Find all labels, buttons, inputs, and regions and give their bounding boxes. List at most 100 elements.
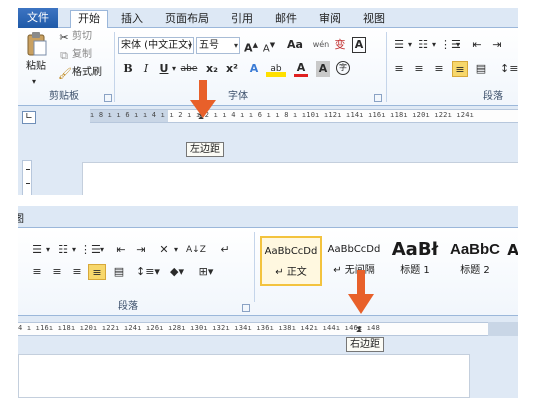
right-indent-marker-icon[interactable]: ⧗	[352, 325, 366, 335]
ruler-ticks: ı 8 ı ı 6 ı ı 4 ı ı 2 ı ı 2 ı ı 4 ı ı 6 …	[90, 111, 475, 119]
chevron-down-icon[interactable]: ▾	[454, 37, 462, 53]
decrease-indent-icon[interactable]: ⇤	[470, 37, 484, 53]
document-page[interactable]	[82, 162, 518, 195]
style-heading-2[interactable]: AaBbC 标题 2	[446, 236, 504, 286]
align-left-icon[interactable]: ≡	[392, 61, 406, 77]
line-spacing-icon[interactable]: ↕≡▾	[136, 264, 160, 280]
shading-icon[interactable]: ◆▾	[166, 264, 188, 280]
group-divider	[114, 32, 115, 102]
style-name: 标题 1	[400, 265, 430, 276]
tab-insert[interactable]: 插入	[114, 11, 150, 28]
char-shading-button[interactable]: A	[316, 61, 330, 77]
tab-page-layout[interactable]: 页面布局	[156, 11, 218, 28]
increase-indent-icon[interactable]: ⇥	[490, 37, 504, 53]
grow-font-icon: A	[244, 41, 253, 55]
justify-icon[interactable]: ≡	[88, 264, 106, 280]
style-title-partial[interactable]: A	[506, 236, 518, 286]
bottom-screenshot: 图 ☰ ▾ ☷ ▾ ⋮☰ ▾ ⇤ ⇥ ✕ ▾ A↓Z ↵ ≡ ≡ ≡ ≡ ▤ ↕…	[18, 206, 518, 398]
tab-fragment[interactable]: 图	[18, 210, 24, 225]
text-effect-button[interactable]: A	[246, 61, 262, 77]
distributed-icon[interactable]: ▤	[474, 61, 488, 77]
bullets-icon[interactable]: ☰	[30, 242, 44, 258]
horizontal-ruler[interactable]: ı 8 ı ı 6 ı ı 4 ı ı 2 ı ı 2 ı ı 4 ı ı 6 …	[90, 109, 518, 123]
align-right-icon[interactable]: ≡	[432, 61, 446, 77]
phonetic-guide-button[interactable]: wén	[312, 37, 330, 53]
cut-button[interactable]: 剪切	[72, 30, 92, 46]
clipboard-group-label: 剪贴板	[49, 91, 79, 102]
style-name: 标题 2	[460, 265, 490, 276]
italic-button[interactable]: I	[140, 61, 152, 77]
clipboard-launcher-icon[interactable]	[104, 94, 112, 102]
tab-review[interactable]: 审阅	[312, 11, 348, 28]
borders-icon[interactable]: ⊞▾	[194, 264, 218, 280]
horizontal-ruler[interactable]: 4 ı ı16ı ı18ı ı20ı ı22ı ı24ı ı26ı ı28ı ı…	[18, 322, 488, 336]
chevron-down-icon[interactable]: ▾	[406, 37, 414, 53]
font-launcher-icon[interactable]	[374, 94, 382, 102]
vertical-ruler[interactable]	[22, 160, 32, 195]
align-center-icon[interactable]: ≡	[412, 61, 426, 77]
tab-file[interactable]: 文件	[18, 8, 58, 28]
bullets-icon[interactable]: ☰	[392, 37, 406, 53]
chevron-down-icon[interactable]: ▾	[98, 242, 106, 258]
arrow-down-icon	[348, 270, 374, 314]
chevron-down-icon[interactable]: ▾	[44, 242, 52, 258]
grow-font-button[interactable]: A▲	[244, 37, 258, 55]
change-case-button[interactable]: Aa	[284, 37, 306, 53]
superscript-button[interactable]: x²	[224, 61, 240, 77]
paste-button[interactable]	[26, 31, 48, 57]
sort-icon[interactable]: A↓Z	[186, 242, 206, 258]
style-sample: AaBbCcDd	[264, 246, 318, 257]
copy-button[interactable]: 复制	[72, 48, 92, 64]
ruler-corner-button[interactable]: ∟	[22, 111, 36, 124]
align-center-icon[interactable]: ≡	[50, 264, 64, 280]
multilevel-list-icon[interactable]: ⋮☰	[440, 37, 461, 53]
highlight-button[interactable]: ab	[266, 61, 286, 77]
document-page[interactable]	[18, 354, 470, 398]
subscript-button[interactable]: x₂	[204, 61, 220, 77]
show-marks-icon[interactable]: ↵	[218, 242, 232, 258]
right-margin-area	[488, 322, 518, 336]
tab-home[interactable]: 开始	[70, 10, 108, 29]
increase-indent-icon[interactable]: ⇥	[134, 242, 148, 258]
style-heading-1[interactable]: AaBł 标题 1	[386, 236, 444, 286]
chevron-down-icon[interactable]: ▾	[70, 242, 78, 258]
align-left-icon[interactable]: ≡	[30, 264, 44, 280]
numbering-icon[interactable]: ☷	[56, 242, 70, 258]
justify-icon[interactable]: ≡	[452, 61, 468, 77]
tab-mailings[interactable]: 邮件	[268, 11, 304, 28]
top-screenshot: 文件 开始 插入 页面布局 引用 邮件 审阅 视图 粘贴 ▾ ✂ 剪切 ⧉ 复制…	[18, 8, 518, 195]
chevron-down-icon[interactable]: ▾	[172, 242, 180, 258]
chevron-down-icon: ▾	[233, 41, 238, 50]
font-name-combo[interactable]: 宋体 (中文正文) ▾	[118, 37, 194, 54]
underline-button[interactable]: U	[158, 61, 170, 77]
font-size-combo[interactable]: 五号 ▾	[196, 37, 240, 54]
bold-button[interactable]: B	[122, 61, 134, 77]
format-painter-button[interactable]: 格式刷	[72, 66, 102, 82]
right-margin-tooltip: 右边距	[346, 337, 384, 352]
strikethrough-button[interactable]: abe	[180, 61, 198, 77]
decrease-indent-icon[interactable]: ⇤	[114, 242, 128, 258]
line-spacing-icon[interactable]: ↕≡	[500, 61, 518, 77]
font-color-button[interactable]: A	[294, 61, 308, 77]
enclose-char-button[interactable]: 变	[332, 37, 348, 53]
ribbon-home: 粘贴 ▾ ✂ 剪切 ⧉ 复制 🖌 格式刷 剪贴板 宋体 (中文正文) ▾ 五号 …	[18, 28, 518, 106]
enclose-circle-button[interactable]: 字	[336, 61, 350, 75]
paragraph-group-label: 段落	[483, 91, 503, 102]
style-sample: AaBbC	[449, 241, 500, 258]
paragraph-launcher-icon[interactable]	[242, 304, 250, 312]
shrink-font-button[interactable]: A▼	[262, 37, 276, 54]
chinese-layout-icon[interactable]: ✕	[156, 242, 172, 258]
tab-references[interactable]: 引用	[224, 11, 260, 28]
chevron-down-icon[interactable]: ▾	[430, 37, 438, 53]
tab-bar-strip: 图	[18, 206, 518, 228]
font-name-value: 宋体 (中文正文)	[121, 40, 192, 51]
underline-dropdown-icon[interactable]: ▾	[170, 61, 178, 77]
multilevel-list-icon[interactable]: ⋮☰	[80, 242, 101, 258]
paste-dropdown-icon[interactable]: ▾	[32, 74, 36, 90]
char-border-button[interactable]: A	[352, 37, 366, 53]
distributed-icon[interactable]: ▤	[112, 264, 126, 280]
tab-view[interactable]: 视图	[356, 11, 392, 28]
numbering-icon[interactable]: ☷	[416, 37, 430, 53]
style-normal[interactable]: AaBbCcDd ↵ 正文	[260, 236, 322, 286]
align-right-icon[interactable]: ≡	[70, 264, 84, 280]
